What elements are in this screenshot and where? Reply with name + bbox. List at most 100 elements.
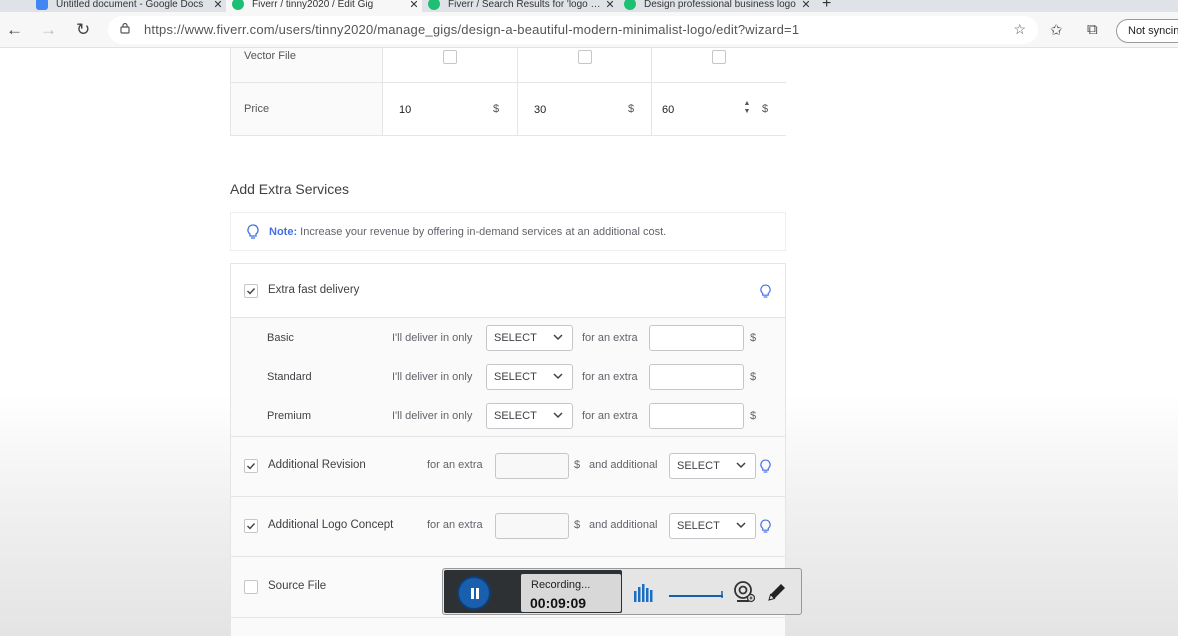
forward-icon[interactable]: →: [40, 20, 57, 40]
note-text: Note: Increase your revenue by offering …: [269, 226, 666, 238]
price-input-premium[interactable]: 60 ▲ ▼ $: [651, 83, 786, 135]
tier-basic-label: Basic: [267, 332, 294, 344]
select-value: SELECT: [677, 520, 720, 532]
lock-icon: [120, 22, 130, 34]
close-tab-icon[interactable]: ✕: [210, 0, 226, 11]
logo-concept-select[interactable]: SELECT: [669, 513, 756, 539]
recording-status: Recording...: [531, 579, 591, 591]
additional-logo-concept-checkbox[interactable]: [244, 519, 258, 533]
extra-label: for an extra: [427, 519, 483, 531]
spinner-arrows-icon[interactable]: ▲ ▼: [742, 100, 752, 118]
section-title: Add Extra Services: [230, 181, 350, 197]
back-icon[interactable]: ←: [6, 20, 23, 40]
collections-icon[interactable]: ⧉: [1087, 21, 1098, 38]
extra-label: for an extra: [582, 332, 638, 344]
tab-title: Fiverr / Search Results for 'logo design…: [448, 0, 602, 10]
additional-logo-concept-label: Additional Logo Concept: [268, 519, 394, 531]
basic-cell: [382, 48, 517, 82]
fiverr-icon: [428, 0, 440, 10]
extra-price-input-basic[interactable]: [649, 325, 744, 351]
profile-sync-button[interactable]: Not syncing: [1116, 19, 1178, 43]
note-label: Note:: [269, 226, 298, 238]
additional-label: and additional: [589, 519, 658, 531]
logo-concept-price-input[interactable]: [495, 513, 569, 539]
new-tab-icon[interactable]: +: [822, 0, 831, 12]
additional-label: and additional: [589, 459, 658, 471]
tab-search-results[interactable]: Fiverr / Search Results for 'logo design…: [422, 0, 618, 12]
extra-fast-delivery-checkbox[interactable]: [244, 284, 258, 298]
source-file-checkbox[interactable]: [244, 580, 258, 594]
price-value: 10: [399, 104, 412, 116]
vector-file-checkbox-standard[interactable]: [578, 50, 592, 64]
lightbulb-icon[interactable]: [760, 519, 771, 534]
recording-timer: Recording... 00:09:09: [521, 574, 621, 612]
tab-design-logo[interactable]: Design professional business logo ✕: [618, 0, 814, 12]
price-label: Price: [244, 103, 270, 115]
tab-google-docs[interactable]: Untitled document - Google Docs ✕: [30, 0, 226, 12]
delivery-select-basic[interactable]: SELECT: [486, 325, 573, 351]
vector-file-row: Vector File: [231, 48, 786, 83]
url-text: https://www.fiverr.com/users/tinny2020/m…: [144, 22, 800, 37]
note-body: Increase your revenue by offering in-dem…: [300, 226, 667, 238]
extra-fast-delivery-label: Extra fast delivery: [268, 284, 360, 296]
lightbulb-icon[interactable]: [760, 284, 771, 299]
tab-title: Untitled document - Google Docs: [56, 0, 204, 10]
tab-title: Fiverr / tinny2020 / Edit Gig: [252, 0, 374, 10]
url-field[interactable]: https://www.fiverr.com/users/tinny2020/m…: [108, 16, 1038, 44]
delivery-select-premium[interactable]: SELECT: [486, 403, 573, 429]
tier-premium-label: Premium: [267, 410, 312, 422]
delivery-select-standard[interactable]: SELECT: [486, 364, 573, 390]
extra-label: for an extra: [582, 371, 638, 383]
lightbulb-icon[interactable]: [760, 459, 771, 474]
revision-select[interactable]: SELECT: [669, 453, 756, 479]
extra-price-input-standard[interactable]: [649, 364, 744, 390]
chevron-down-icon: [553, 412, 563, 419]
note-box: Note: Increase your revenue by offering …: [230, 212, 786, 251]
checkmark-icon: [247, 288, 256, 295]
extra-label: for an extra: [582, 410, 638, 422]
checkmark-icon: [247, 463, 256, 470]
audio-level-icon[interactable]: [633, 582, 655, 602]
select-value: SELECT: [677, 460, 720, 472]
price-input-basic[interactable]: 10 $: [382, 83, 517, 135]
lightbulb-icon: [247, 224, 259, 239]
pricing-table: Vector File Price 10 $ 30 $ 60 ▲ ▼ $: [230, 48, 786, 136]
address-bar: ← → ↻ https://www.fiverr.com/users/tinny…: [0, 12, 1178, 48]
recording-time: 00:09:09: [530, 595, 587, 611]
vector-file-label: Vector File: [244, 50, 296, 62]
extra-label: for an extra: [427, 459, 483, 471]
currency-symbol: $: [762, 103, 769, 115]
additional-revision-checkbox[interactable]: [244, 459, 258, 473]
volume-slider[interactable]: [668, 589, 724, 599]
additional-logo-concept-row: Additional Logo Concept for an extra $ a…: [231, 497, 785, 557]
refresh-icon[interactable]: ↻: [76, 20, 90, 40]
currency-symbol: $: [628, 103, 635, 115]
fiverr-icon: [232, 0, 244, 10]
extra-price-input-premium[interactable]: [649, 403, 744, 429]
favorites-icon[interactable]: ✩: [1050, 21, 1063, 39]
premium-cell: [651, 48, 786, 82]
pencil-icon[interactable]: [766, 581, 788, 603]
revision-price-input[interactable]: [495, 453, 569, 479]
close-tab-icon[interactable]: ✕: [602, 0, 618, 11]
select-value: SELECT: [494, 332, 537, 344]
webcam-icon[interactable]: [733, 580, 755, 604]
additional-revision-label: Additional Revision: [268, 459, 366, 471]
vector-file-checkbox-premium[interactable]: [712, 50, 726, 64]
price-row: Price 10 $ 30 $ 60 ▲ ▼ $: [231, 83, 786, 135]
deliver-label: I'll deliver in only: [392, 410, 473, 422]
close-tab-icon[interactable]: ✕: [406, 0, 422, 11]
currency-symbol: $: [750, 371, 757, 383]
currency-symbol: $: [493, 103, 500, 115]
price-value: 60: [662, 104, 675, 116]
vector-file-checkbox-basic[interactable]: [443, 50, 457, 64]
close-tab-icon[interactable]: ✕: [798, 0, 814, 11]
tab-edit-gig[interactable]: Fiverr / tinny2020 / Edit Gig ✕: [226, 0, 422, 12]
price-input-standard[interactable]: 30 $: [517, 83, 651, 135]
pause-recording-button[interactable]: [457, 576, 491, 610]
fast-delivery-tiers: Basic I'll deliver in only SELECT for an…: [231, 318, 785, 437]
standard-cell: [517, 48, 651, 82]
chevron-down-icon: [736, 522, 746, 529]
source-file-label: Source File: [268, 580, 327, 592]
add-favorite-icon[interactable]: ☆: [1013, 21, 1026, 38]
